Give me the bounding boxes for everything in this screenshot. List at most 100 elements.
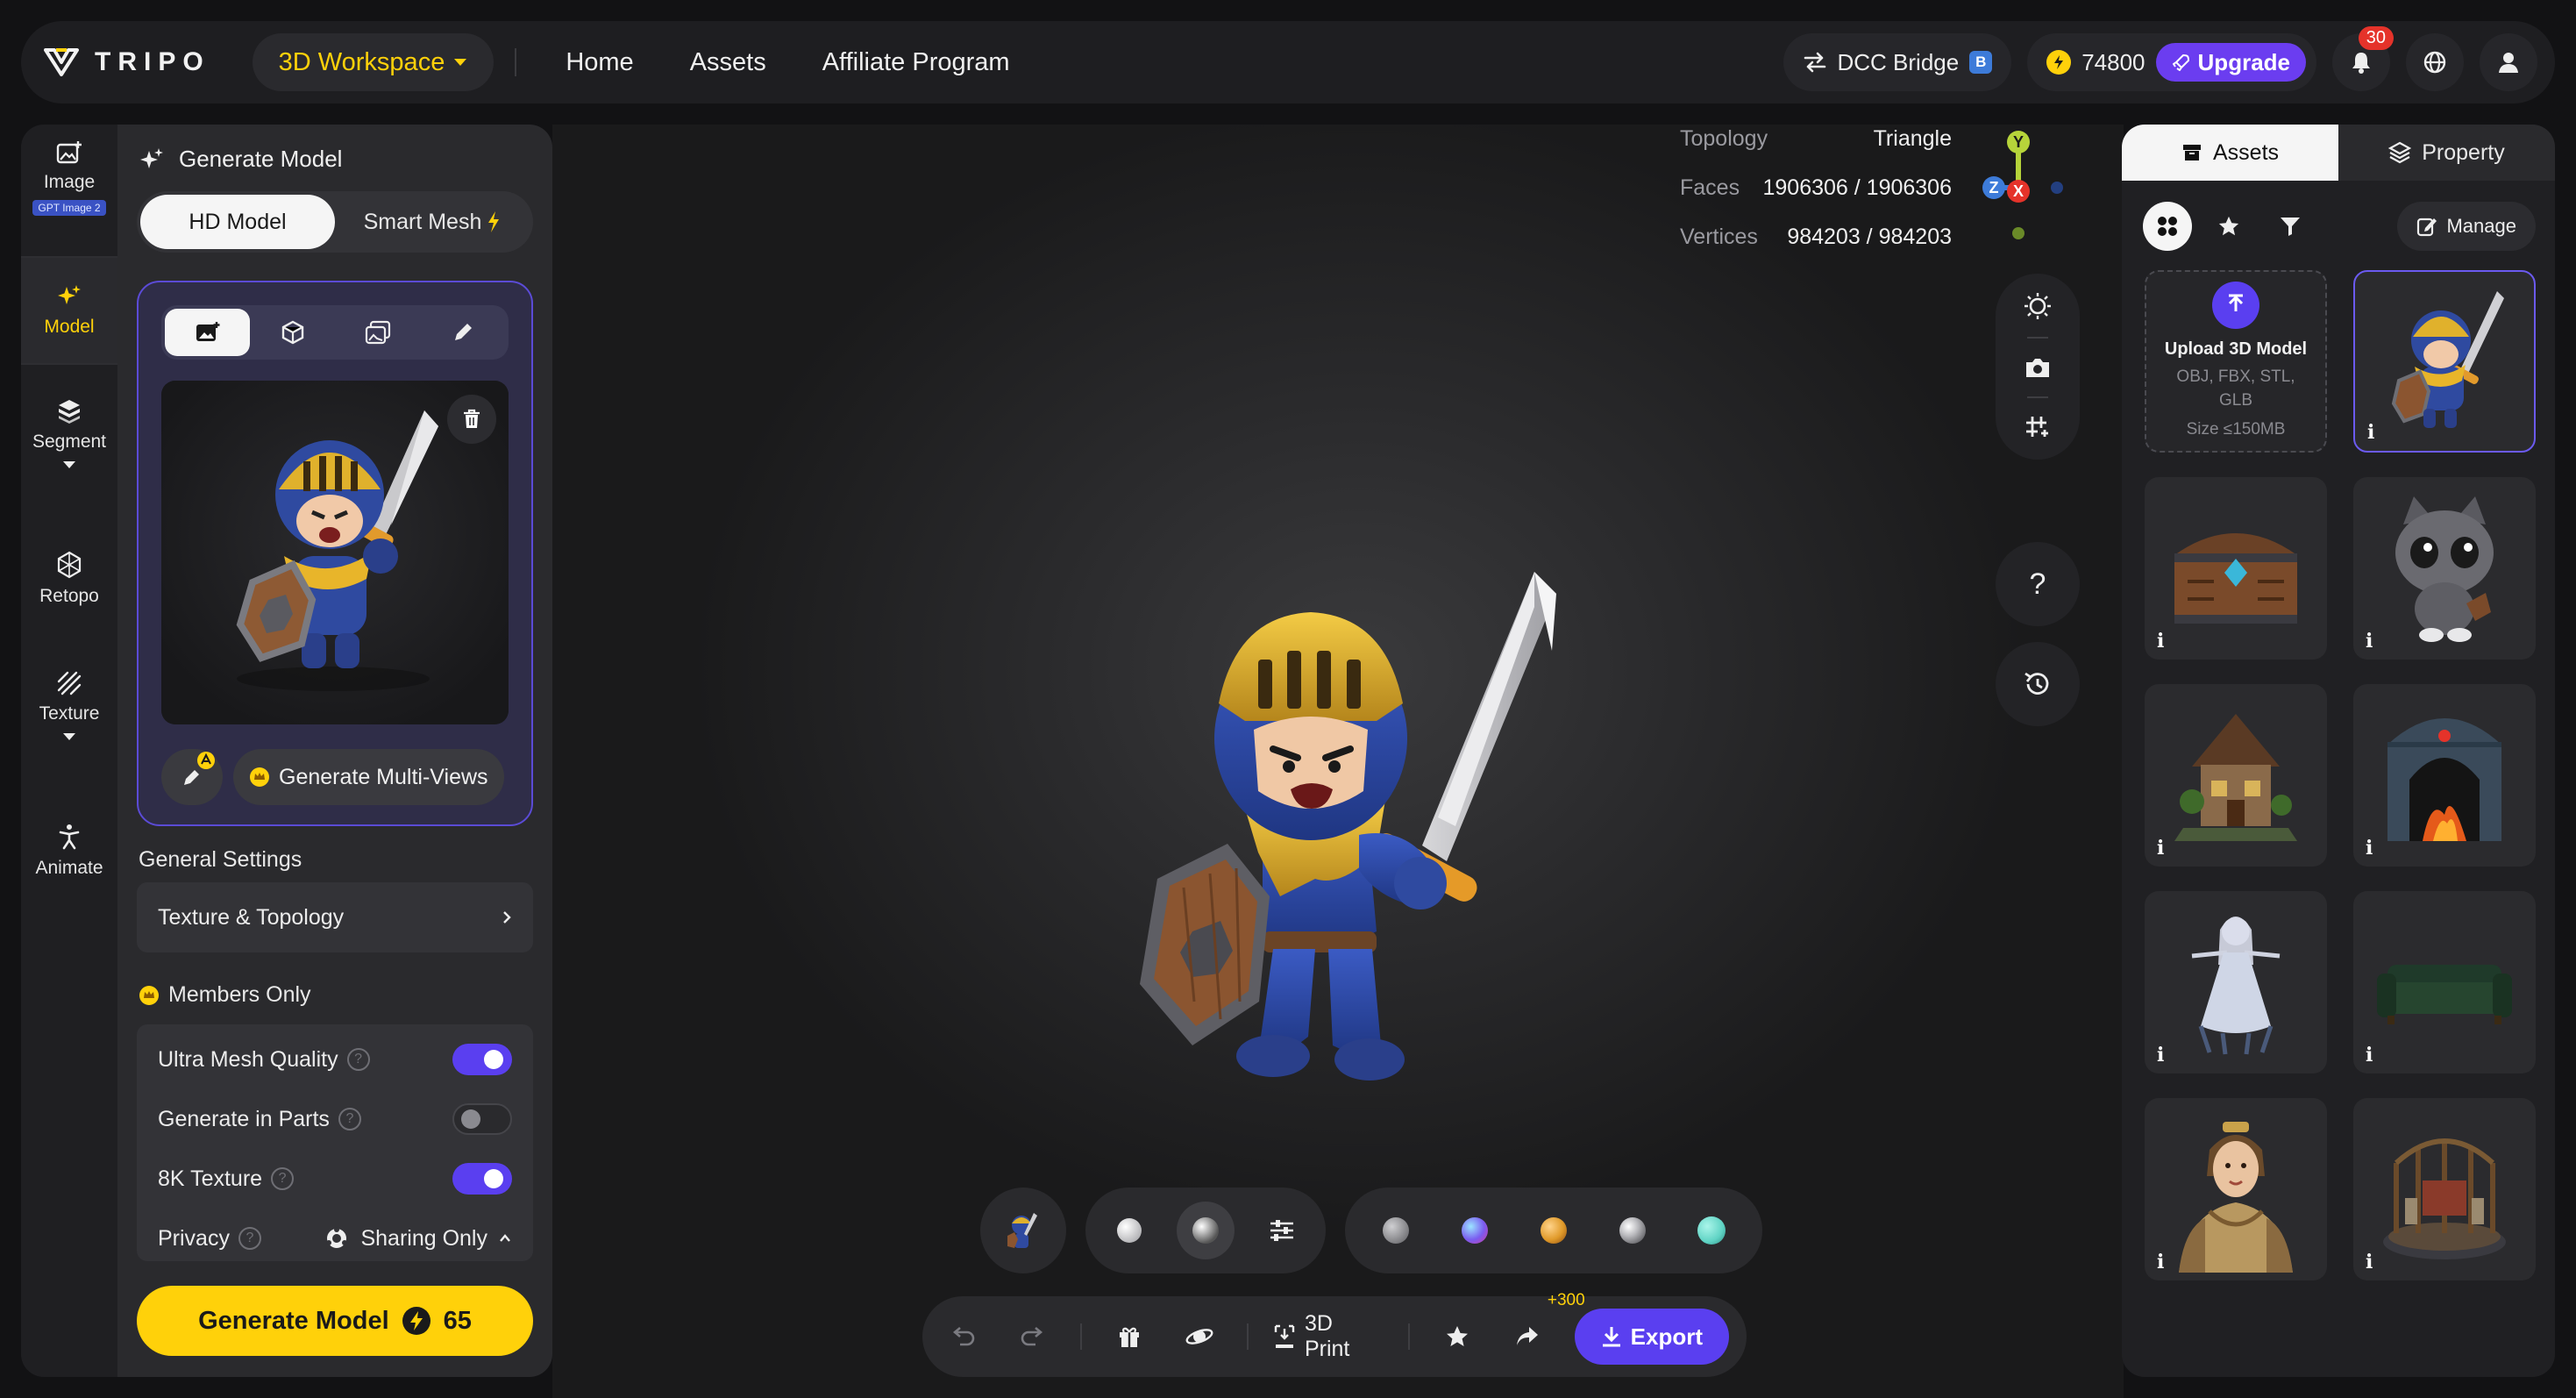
brand[interactable]: TRIPO: [44, 47, 210, 77]
help-icon[interactable]: ?: [271, 1167, 295, 1190]
asset-info-icon[interactable]: i: [2157, 1044, 2164, 1066]
rail-item-model[interactable]: Model: [21, 258, 117, 363]
redo-button[interactable]: [1010, 1310, 1056, 1363]
filter-all-button[interactable]: [2143, 202, 2192, 251]
generate-model-button[interactable]: Generate Model 65: [137, 1286, 533, 1356]
help-icon[interactable]: ?: [238, 1227, 261, 1250]
teal-sphere-icon: [1697, 1216, 1726, 1245]
profile-button[interactable]: [2480, 33, 2537, 91]
gift-button[interactable]: [1107, 1310, 1152, 1363]
notifications-button[interactable]: 30: [2332, 26, 2394, 91]
generate-in-parts-toggle[interactable]: [452, 1103, 512, 1135]
nav-affiliate[interactable]: Affiliate Program: [822, 48, 1010, 77]
faces-label: Faces: [1680, 175, 1740, 200]
tab-property[interactable]: Property: [2338, 125, 2555, 181]
sparkle-icon: [139, 146, 165, 173]
swatch-teal[interactable]: [1687, 1206, 1736, 1255]
upload-size-limit: Size ≤150MB: [2186, 420, 2286, 439]
edit-image-button[interactable]: [161, 749, 223, 805]
history-button[interactable]: [1996, 642, 2080, 726]
camera-icon[interactable]: [2024, 354, 2052, 381]
asset-info-icon[interactable]: i: [2366, 1251, 2373, 1273]
asset-tile[interactable]: i: [2353, 270, 2536, 453]
asset-info-icon[interactable]: i: [2367, 421, 2374, 444]
asset-tile[interactable]: i: [2145, 1098, 2327, 1280]
workspace-dropdown[interactable]: 3D Workspace: [252, 33, 495, 91]
asset-info-icon[interactable]: i: [2366, 630, 2373, 653]
rail-item-animate[interactable]: Animate: [21, 823, 117, 879]
3d-viewport[interactable]: Topology Triangle Faces 1906306 / 190630…: [552, 125, 2124, 1398]
chrome-sphere-icon: [1619, 1217, 1646, 1244]
input-card-footer: Generate Multi-Views: [161, 749, 512, 805]
nav-home[interactable]: Home: [566, 48, 633, 77]
model-thumbnail-button[interactable]: [980, 1188, 1066, 1273]
remove-image-button[interactable]: [447, 395, 496, 444]
axis-z-label: Z: [1989, 179, 1999, 196]
render-textured-button[interactable]: [1177, 1202, 1235, 1259]
help-button[interactable]: ?: [1996, 542, 2080, 626]
divider: [515, 48, 517, 76]
axis-gizmo[interactable]: Y Z X: [1973, 125, 2069, 247]
render-settings-button[interactable]: [1257, 1206, 1306, 1255]
nav-assets[interactable]: Assets: [690, 48, 766, 77]
tab-multi-image[interactable]: [335, 309, 420, 356]
asset-tile[interactable]: i: [2353, 1098, 2536, 1280]
credits-pill[interactable]: 74800 Upgrade: [2027, 33, 2316, 91]
asset-tile[interactable]: i: [2353, 891, 2536, 1073]
tab-3d-input[interactable]: [250, 309, 335, 356]
chevron-down-icon[interactable]: [61, 731, 77, 742]
asset-tile[interactable]: i: [2145, 684, 2327, 867]
asset-info-icon[interactable]: i: [2157, 1251, 2164, 1273]
swatch-iridescent[interactable]: [1450, 1206, 1499, 1255]
grid-toggle-icon[interactable]: [2024, 414, 2052, 442]
help-icon[interactable]: ?: [338, 1108, 361, 1131]
tab-image-input[interactable]: [165, 309, 250, 356]
lighting-icon[interactable]: [2023, 291, 2053, 321]
topology-label: Topology: [1680, 126, 1768, 151]
asset-info-icon[interactable]: i: [2157, 630, 2164, 653]
filter-favorites-button[interactable]: [2204, 202, 2253, 251]
asset-info-icon[interactable]: i: [2366, 837, 2373, 859]
texture-topology-setting[interactable]: Texture & Topology: [137, 882, 533, 952]
swatch-chrome[interactable]: [1608, 1206, 1657, 1255]
asset-tile[interactable]: i: [2145, 477, 2327, 660]
asset-tile[interactable]: i: [2145, 891, 2327, 1073]
undo-button[interactable]: [940, 1310, 986, 1363]
3d-print-button[interactable]: 3D Print: [1273, 1310, 1384, 1363]
export-button[interactable]: Export: [1574, 1309, 1729, 1365]
privacy-dropdown[interactable]: Sharing Only: [324, 1226, 512, 1252]
asset-info-icon[interactable]: i: [2366, 1044, 2373, 1066]
mode-smart-mesh[interactable]: Smart Mesh: [335, 195, 530, 249]
filter-button[interactable]: [2266, 202, 2315, 251]
tab-sketch[interactable]: [420, 309, 505, 356]
help-icon[interactable]: ?: [346, 1048, 370, 1071]
ultra-mesh-quality-toggle[interactable]: [452, 1044, 512, 1075]
language-button[interactable]: [2406, 33, 2464, 91]
render-clay-button[interactable]: [1105, 1206, 1154, 1255]
swatch-grey[interactable]: [1371, 1206, 1420, 1255]
share-button[interactable]: +300: [1505, 1291, 1585, 1363]
rail-item-texture[interactable]: Texture: [21, 670, 117, 742]
mode-hd-model[interactable]: HD Model: [140, 195, 335, 249]
rail-item-image[interactable]: Image GPT Image 2: [21, 140, 117, 239]
input-image-preview[interactable]: [161, 381, 509, 724]
ar-view-button[interactable]: [1177, 1310, 1222, 1363]
manage-button[interactable]: Manage: [2397, 202, 2536, 251]
dcc-bridge-button[interactable]: DCC Bridge B: [1783, 33, 2012, 91]
8k-texture-toggle[interactable]: [452, 1163, 512, 1195]
tab-assets[interactable]: Assets: [2122, 125, 2338, 181]
asset-tile[interactable]: i: [2353, 684, 2536, 867]
knight-3d-model[interactable]: [1078, 440, 1569, 1159]
asset-tile[interactable]: i: [2353, 477, 2536, 660]
favorite-button[interactable]: [1434, 1310, 1480, 1363]
generate-multiviews-button[interactable]: Generate Multi-Views: [233, 749, 504, 805]
texture-topology-primary[interactable]: Texture & Topology: [137, 882, 533, 952]
rail-item-segment[interactable]: Segment: [21, 398, 117, 470]
upload-3d-model-tile[interactable]: Upload 3D Model OBJ, FBX, STL, GLB Size …: [2145, 270, 2327, 453]
swatch-orange[interactable]: [1529, 1206, 1578, 1255]
upgrade-button[interactable]: Upgrade: [2155, 43, 2306, 82]
chevron-down-icon[interactable]: [61, 460, 77, 470]
asset-info-icon[interactable]: i: [2157, 837, 2164, 859]
viewport-tools: [1996, 274, 2080, 460]
rail-item-retopo[interactable]: Retopo: [21, 551, 117, 607]
